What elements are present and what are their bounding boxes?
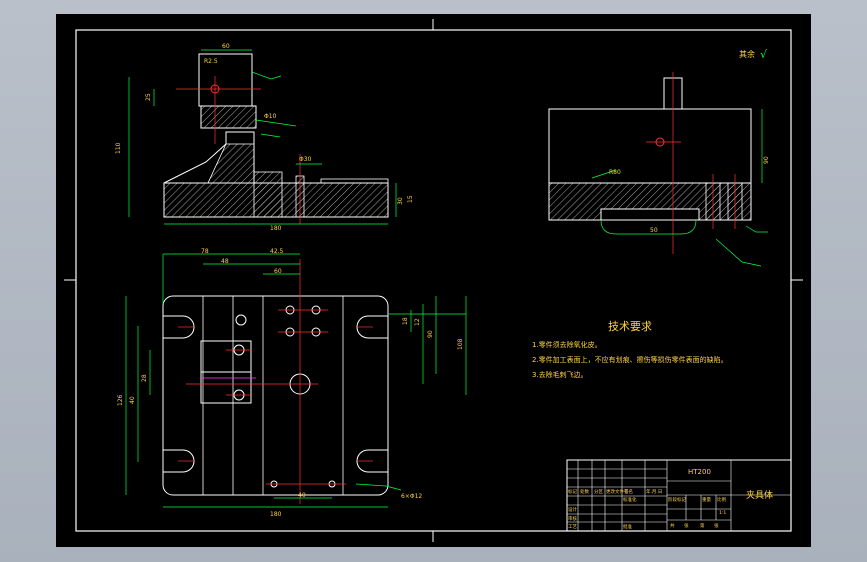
dim-top-c: 48 xyxy=(221,258,229,265)
inner-border xyxy=(75,29,792,532)
dim-top-h: 126 xyxy=(117,394,124,406)
roughness-label: 其余 xyxy=(739,49,755,59)
roughness-note: 其余 √ xyxy=(739,48,768,61)
dim-side-r: R80 xyxy=(609,169,621,176)
tb-zhang-2: 张 xyxy=(714,522,719,529)
tb-mark: 标记 xyxy=(568,488,577,495)
dim-top-r1: 18 xyxy=(402,317,409,325)
dim-front-w: 60 xyxy=(222,43,230,50)
dim-front-base: 180 xyxy=(270,225,282,232)
cad-viewport: 60 110 R2.5 25 180 30 15 Φ30 Φ10 50 90 R… xyxy=(0,0,867,562)
tb-zone: 分区 xyxy=(594,488,603,495)
dim-top-bot2: 40 xyxy=(298,492,306,499)
tb-sign: 签名 xyxy=(624,488,633,495)
top-view: 78 42.5 48 60 126 40 28 18 12 90 108 180… xyxy=(117,248,467,518)
dim-front-d2: 25 xyxy=(145,93,152,101)
tech-req-title: 技术要求 xyxy=(608,320,652,333)
technical-requirements: 技术要求 1.零件须去除氧化皮。 2.零件加工表面上，不应有划痕、擦伤等损伤零件… xyxy=(532,320,728,379)
part-name-label: 夹具体 xyxy=(746,489,773,501)
dim-top-w: 180 xyxy=(270,511,282,518)
dim-top-b: 42.5 xyxy=(270,248,284,255)
side-view: 50 90 R80 xyxy=(548,72,770,267)
dim-top-r2: 12 xyxy=(414,318,421,326)
dim-top-r3: 90 xyxy=(427,330,434,338)
dim-top-r4: 108 xyxy=(457,338,464,350)
dim-top-g: 28 xyxy=(141,374,148,382)
tb-weight: 重量 xyxy=(702,496,711,503)
tb-approve: 批准 xyxy=(623,523,632,530)
tb-scale-label: 比例 xyxy=(717,496,726,503)
dim-front-f1: Φ10 xyxy=(264,113,277,120)
tb-total: 共 xyxy=(670,522,675,529)
dim-front-t: 15 xyxy=(407,195,414,203)
dim-top-a: 78 xyxy=(201,248,209,255)
material-label: HT200 xyxy=(688,468,711,476)
tb-review: 审核 xyxy=(568,515,577,522)
tb-design: 设计 xyxy=(568,506,577,513)
dim-top-f: 40 xyxy=(129,396,136,404)
front-view: 60 110 R2.5 25 180 30 15 Φ30 Φ10 xyxy=(115,43,414,232)
tech-req-item-3: 3.去除毛刺飞边。 xyxy=(532,370,588,379)
dim-front-h: 110 xyxy=(115,142,122,154)
tb-scale-value: 1:1 xyxy=(719,510,726,516)
tb-standard: 标准化 xyxy=(623,496,637,503)
tech-req-item-2: 2.零件加工表面上，不应有划痕、擦伤等损伤零件表面的缺陷。 xyxy=(532,355,728,364)
tech-req-item-1: 1.零件须去除氧化皮。 xyxy=(532,340,602,349)
dim-top-phi: 6×Φ12 xyxy=(401,493,422,500)
tb-di: 第 xyxy=(700,522,705,529)
roughness-symbol: √ xyxy=(760,48,768,61)
dim-side-w: 50 xyxy=(650,227,658,234)
dim-front-r: 30 xyxy=(397,197,404,205)
dim-front-phi: Φ30 xyxy=(299,156,312,163)
dim-front-d1: R2.5 xyxy=(204,58,218,65)
title-block: HT200 夹具体 标记 处数 分区 更改文件号 签名 年.月.日 设计 标准化… xyxy=(566,459,792,532)
dim-top-d: 60 xyxy=(274,268,282,275)
tb-count: 处数 xyxy=(580,488,589,495)
drawing-sheet: 60 110 R2.5 25 180 30 15 Φ30 Φ10 50 90 R… xyxy=(56,14,811,547)
center-marks xyxy=(64,19,803,542)
tb-stage: 阶段标记 xyxy=(668,496,686,503)
drawing-canvas: 60 110 R2.5 25 180 30 15 Φ30 Φ10 50 90 R… xyxy=(64,19,803,542)
dim-side-h: 90 xyxy=(763,156,770,164)
tb-date: 年.月.日 xyxy=(646,488,662,495)
tb-zhang-1: 张 xyxy=(684,522,689,529)
tb-craft: 工艺 xyxy=(568,524,577,530)
